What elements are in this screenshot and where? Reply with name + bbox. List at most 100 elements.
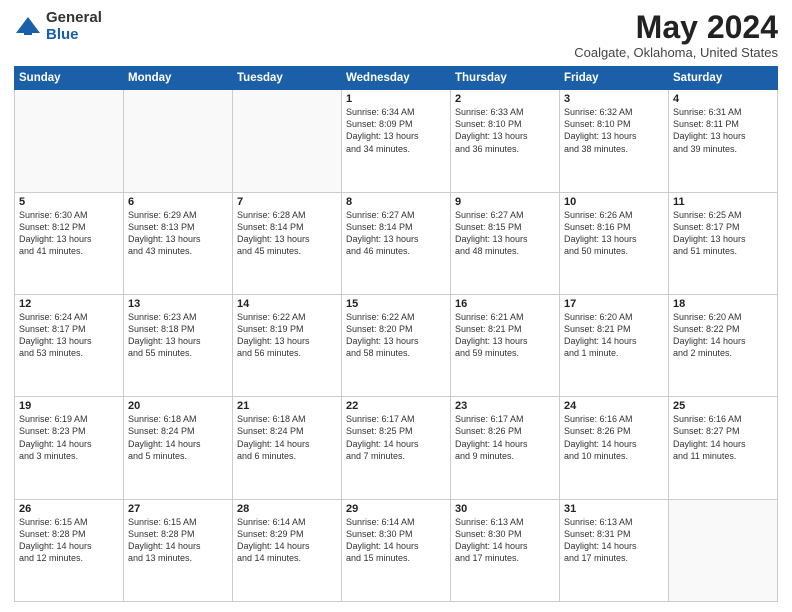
calendar-cell: 14Sunrise: 6:22 AM Sunset: 8:19 PM Dayli… (233, 294, 342, 396)
day-number: 1 (346, 93, 446, 105)
day-number: 27 (128, 503, 228, 515)
calendar-cell: 1Sunrise: 6:34 AM Sunset: 8:09 PM Daylig… (342, 90, 451, 192)
calendar-cell: 25Sunrise: 6:16 AM Sunset: 8:27 PM Dayli… (669, 397, 778, 499)
calendar-cell: 31Sunrise: 6:13 AM Sunset: 8:31 PM Dayli… (560, 499, 669, 601)
calendar-header-row: Sunday Monday Tuesday Wednesday Thursday… (15, 67, 778, 90)
calendar-cell: 23Sunrise: 6:17 AM Sunset: 8:26 PM Dayli… (451, 397, 560, 499)
calendar-table: Sunday Monday Tuesday Wednesday Thursday… (14, 66, 778, 602)
calendar-cell: 10Sunrise: 6:26 AM Sunset: 8:16 PM Dayli… (560, 192, 669, 294)
calendar-cell (233, 90, 342, 192)
day-number: 28 (237, 503, 337, 515)
calendar-cell: 26Sunrise: 6:15 AM Sunset: 8:28 PM Dayli… (15, 499, 124, 601)
day-info: Sunrise: 6:28 AM Sunset: 8:14 PM Dayligh… (237, 209, 337, 258)
day-number: 23 (455, 400, 555, 412)
generalblue-icon (14, 13, 42, 41)
calendar-cell: 15Sunrise: 6:22 AM Sunset: 8:20 PM Dayli… (342, 294, 451, 396)
day-number: 11 (673, 196, 773, 208)
title-location: Coalgate, Oklahoma, United States (574, 45, 778, 60)
calendar-cell: 18Sunrise: 6:20 AM Sunset: 8:22 PM Dayli… (669, 294, 778, 396)
day-info: Sunrise: 6:23 AM Sunset: 8:18 PM Dayligh… (128, 311, 228, 360)
calendar-week-1: 5Sunrise: 6:30 AM Sunset: 8:12 PM Daylig… (15, 192, 778, 294)
day-number: 19 (19, 400, 119, 412)
header: General Blue May 2024 Coalgate, Oklahoma… (14, 10, 778, 60)
day-info: Sunrise: 6:27 AM Sunset: 8:15 PM Dayligh… (455, 209, 555, 258)
calendar-cell: 22Sunrise: 6:17 AM Sunset: 8:25 PM Dayli… (342, 397, 451, 499)
day-info: Sunrise: 6:18 AM Sunset: 8:24 PM Dayligh… (237, 413, 337, 462)
day-number: 14 (237, 298, 337, 310)
day-number: 5 (19, 196, 119, 208)
calendar-cell: 24Sunrise: 6:16 AM Sunset: 8:26 PM Dayli… (560, 397, 669, 499)
day-number: 13 (128, 298, 228, 310)
col-wednesday: Wednesday (342, 67, 451, 90)
logo-general: General (46, 10, 102, 27)
calendar-cell: 5Sunrise: 6:30 AM Sunset: 8:12 PM Daylig… (15, 192, 124, 294)
calendar-cell: 19Sunrise: 6:19 AM Sunset: 8:23 PM Dayli… (15, 397, 124, 499)
day-info: Sunrise: 6:21 AM Sunset: 8:21 PM Dayligh… (455, 311, 555, 360)
day-info: Sunrise: 6:25 AM Sunset: 8:17 PM Dayligh… (673, 209, 773, 258)
day-info: Sunrise: 6:31 AM Sunset: 8:11 PM Dayligh… (673, 106, 773, 155)
calendar-week-4: 26Sunrise: 6:15 AM Sunset: 8:28 PM Dayli… (15, 499, 778, 601)
logo: General Blue (14, 10, 102, 43)
page: General Blue May 2024 Coalgate, Oklahoma… (0, 0, 792, 612)
day-number: 24 (564, 400, 664, 412)
day-number: 25 (673, 400, 773, 412)
day-info: Sunrise: 6:24 AM Sunset: 8:17 PM Dayligh… (19, 311, 119, 360)
day-number: 8 (346, 196, 446, 208)
day-number: 21 (237, 400, 337, 412)
col-friday: Friday (560, 67, 669, 90)
calendar-cell: 4Sunrise: 6:31 AM Sunset: 8:11 PM Daylig… (669, 90, 778, 192)
calendar-cell: 11Sunrise: 6:25 AM Sunset: 8:17 PM Dayli… (669, 192, 778, 294)
calendar-cell: 7Sunrise: 6:28 AM Sunset: 8:14 PM Daylig… (233, 192, 342, 294)
day-info: Sunrise: 6:32 AM Sunset: 8:10 PM Dayligh… (564, 106, 664, 155)
day-number: 20 (128, 400, 228, 412)
calendar-cell: 28Sunrise: 6:14 AM Sunset: 8:29 PM Dayli… (233, 499, 342, 601)
calendar-cell: 12Sunrise: 6:24 AM Sunset: 8:17 PM Dayli… (15, 294, 124, 396)
day-info: Sunrise: 6:13 AM Sunset: 8:30 PM Dayligh… (455, 516, 555, 565)
col-tuesday: Tuesday (233, 67, 342, 90)
day-info: Sunrise: 6:18 AM Sunset: 8:24 PM Dayligh… (128, 413, 228, 462)
day-info: Sunrise: 6:33 AM Sunset: 8:10 PM Dayligh… (455, 106, 555, 155)
day-info: Sunrise: 6:27 AM Sunset: 8:14 PM Dayligh… (346, 209, 446, 258)
day-info: Sunrise: 6:15 AM Sunset: 8:28 PM Dayligh… (128, 516, 228, 565)
title-month: May 2024 (574, 10, 778, 45)
day-info: Sunrise: 6:29 AM Sunset: 8:13 PM Dayligh… (128, 209, 228, 258)
day-number: 2 (455, 93, 555, 105)
day-number: 10 (564, 196, 664, 208)
day-info: Sunrise: 6:34 AM Sunset: 8:09 PM Dayligh… (346, 106, 446, 155)
day-number: 18 (673, 298, 773, 310)
calendar-cell: 6Sunrise: 6:29 AM Sunset: 8:13 PM Daylig… (124, 192, 233, 294)
calendar-cell: 30Sunrise: 6:13 AM Sunset: 8:30 PM Dayli… (451, 499, 560, 601)
calendar-cell (124, 90, 233, 192)
day-number: 29 (346, 503, 446, 515)
calendar-cell: 13Sunrise: 6:23 AM Sunset: 8:18 PM Dayli… (124, 294, 233, 396)
day-number: 6 (128, 196, 228, 208)
day-info: Sunrise: 6:17 AM Sunset: 8:26 PM Dayligh… (455, 413, 555, 462)
calendar-cell: 2Sunrise: 6:33 AM Sunset: 8:10 PM Daylig… (451, 90, 560, 192)
day-number: 22 (346, 400, 446, 412)
day-number: 4 (673, 93, 773, 105)
day-number: 30 (455, 503, 555, 515)
day-info: Sunrise: 6:22 AM Sunset: 8:20 PM Dayligh… (346, 311, 446, 360)
calendar-cell: 21Sunrise: 6:18 AM Sunset: 8:24 PM Dayli… (233, 397, 342, 499)
day-number: 16 (455, 298, 555, 310)
calendar-cell: 29Sunrise: 6:14 AM Sunset: 8:30 PM Dayli… (342, 499, 451, 601)
day-info: Sunrise: 6:19 AM Sunset: 8:23 PM Dayligh… (19, 413, 119, 462)
day-number: 17 (564, 298, 664, 310)
calendar-week-2: 12Sunrise: 6:24 AM Sunset: 8:17 PM Dayli… (15, 294, 778, 396)
col-saturday: Saturday (669, 67, 778, 90)
calendar-cell: 27Sunrise: 6:15 AM Sunset: 8:28 PM Dayli… (124, 499, 233, 601)
col-sunday: Sunday (15, 67, 124, 90)
day-info: Sunrise: 6:16 AM Sunset: 8:27 PM Dayligh… (673, 413, 773, 462)
calendar-week-3: 19Sunrise: 6:19 AM Sunset: 8:23 PM Dayli… (15, 397, 778, 499)
day-info: Sunrise: 6:16 AM Sunset: 8:26 PM Dayligh… (564, 413, 664, 462)
calendar-cell: 8Sunrise: 6:27 AM Sunset: 8:14 PM Daylig… (342, 192, 451, 294)
day-info: Sunrise: 6:14 AM Sunset: 8:29 PM Dayligh… (237, 516, 337, 565)
calendar-cell: 9Sunrise: 6:27 AM Sunset: 8:15 PM Daylig… (451, 192, 560, 294)
day-number: 31 (564, 503, 664, 515)
calendar-week-0: 1Sunrise: 6:34 AM Sunset: 8:09 PM Daylig… (15, 90, 778, 192)
day-info: Sunrise: 6:20 AM Sunset: 8:21 PM Dayligh… (564, 311, 664, 360)
calendar-cell: 16Sunrise: 6:21 AM Sunset: 8:21 PM Dayli… (451, 294, 560, 396)
logo-blue-text: Blue (46, 27, 102, 44)
day-number: 7 (237, 196, 337, 208)
col-monday: Monday (124, 67, 233, 90)
